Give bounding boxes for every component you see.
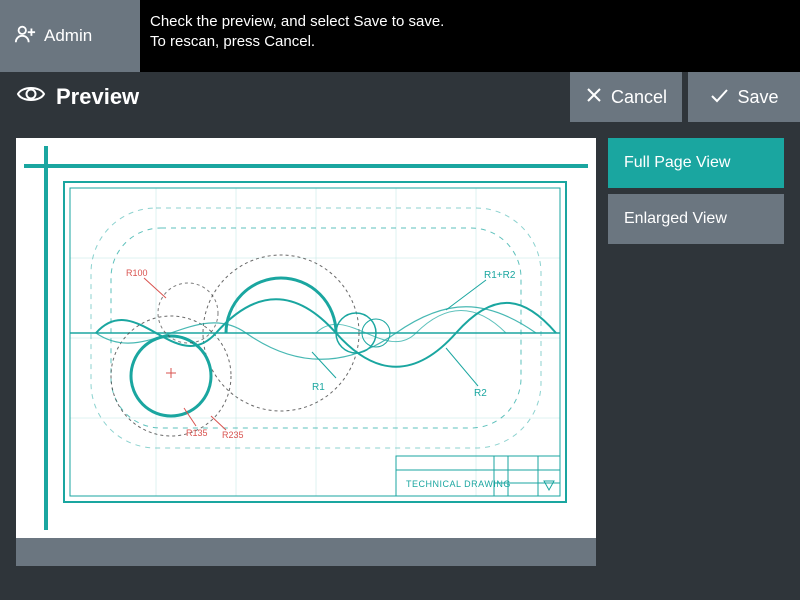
admin-label: Admin <box>44 26 92 46</box>
eye-icon <box>16 83 46 111</box>
close-icon <box>585 86 603 109</box>
scanned-document: R100 R135 R235 R1 R2 R1+R2 TECHNICAL <box>16 138 596 538</box>
instruction-text: Check the preview, and select Save to sa… <box>140 0 454 72</box>
title-block-text: TECHNICAL DRAWING <box>406 479 511 489</box>
horizontal-scrollbar[interactable] <box>16 538 596 566</box>
enlarged-view-label: Enlarged View <box>624 210 727 228</box>
annotation-r235: R235 <box>222 430 244 440</box>
admin-badge[interactable]: Admin <box>0 0 140 72</box>
enlarged-view-button[interactable]: Enlarged View <box>608 194 784 244</box>
annotation-r1r2: R1+R2 <box>484 270 516 281</box>
save-label: Save <box>737 87 778 108</box>
cancel-button[interactable]: Cancel <box>570 72 682 122</box>
full-page-view-label: Full Page View <box>624 154 730 172</box>
save-button[interactable]: Save <box>688 72 800 122</box>
page-title-text: Preview <box>56 84 139 110</box>
annotation-r1: R1 <box>312 382 325 393</box>
full-page-view-button[interactable]: Full Page View <box>608 138 784 188</box>
annotation-r135: R135 <box>186 428 208 438</box>
instruction-line-2: To rescan, press Cancel. <box>150 32 444 52</box>
page-title: Preview <box>0 83 564 111</box>
annotation-r100: R100 <box>126 268 148 278</box>
instruction-line-1: Check the preview, and select Save to sa… <box>150 12 444 32</box>
cancel-label: Cancel <box>611 87 667 108</box>
check-icon <box>709 86 729 109</box>
user-icon <box>14 23 36 50</box>
annotation-r2: R2 <box>474 388 487 399</box>
preview-panel[interactable]: R100 R135 R235 R1 R2 R1+R2 TECHNICAL <box>16 138 596 538</box>
